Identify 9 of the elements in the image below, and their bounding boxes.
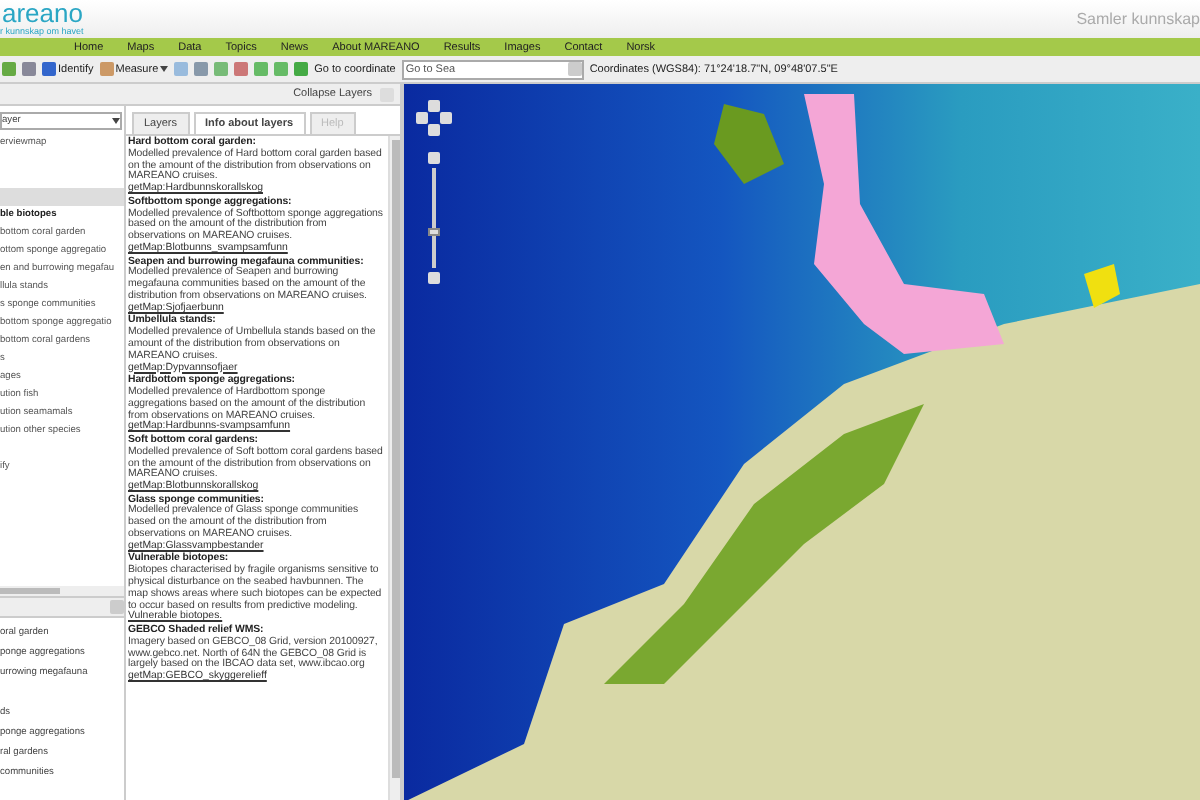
zoom-out-button[interactable]	[428, 272, 440, 284]
caret-icon	[112, 118, 120, 124]
zoom-in-button[interactable]	[428, 152, 440, 164]
map-drawing[interactable]	[404, 84, 1200, 800]
vertical-scrollbar[interactable]	[388, 136, 400, 800]
site-slogan: Samler kunnskap	[1076, 10, 1200, 28]
horizontal-scrollbar[interactable]	[0, 586, 124, 596]
caret-icon	[160, 66, 169, 72]
slider-thumb[interactable]	[428, 228, 440, 236]
